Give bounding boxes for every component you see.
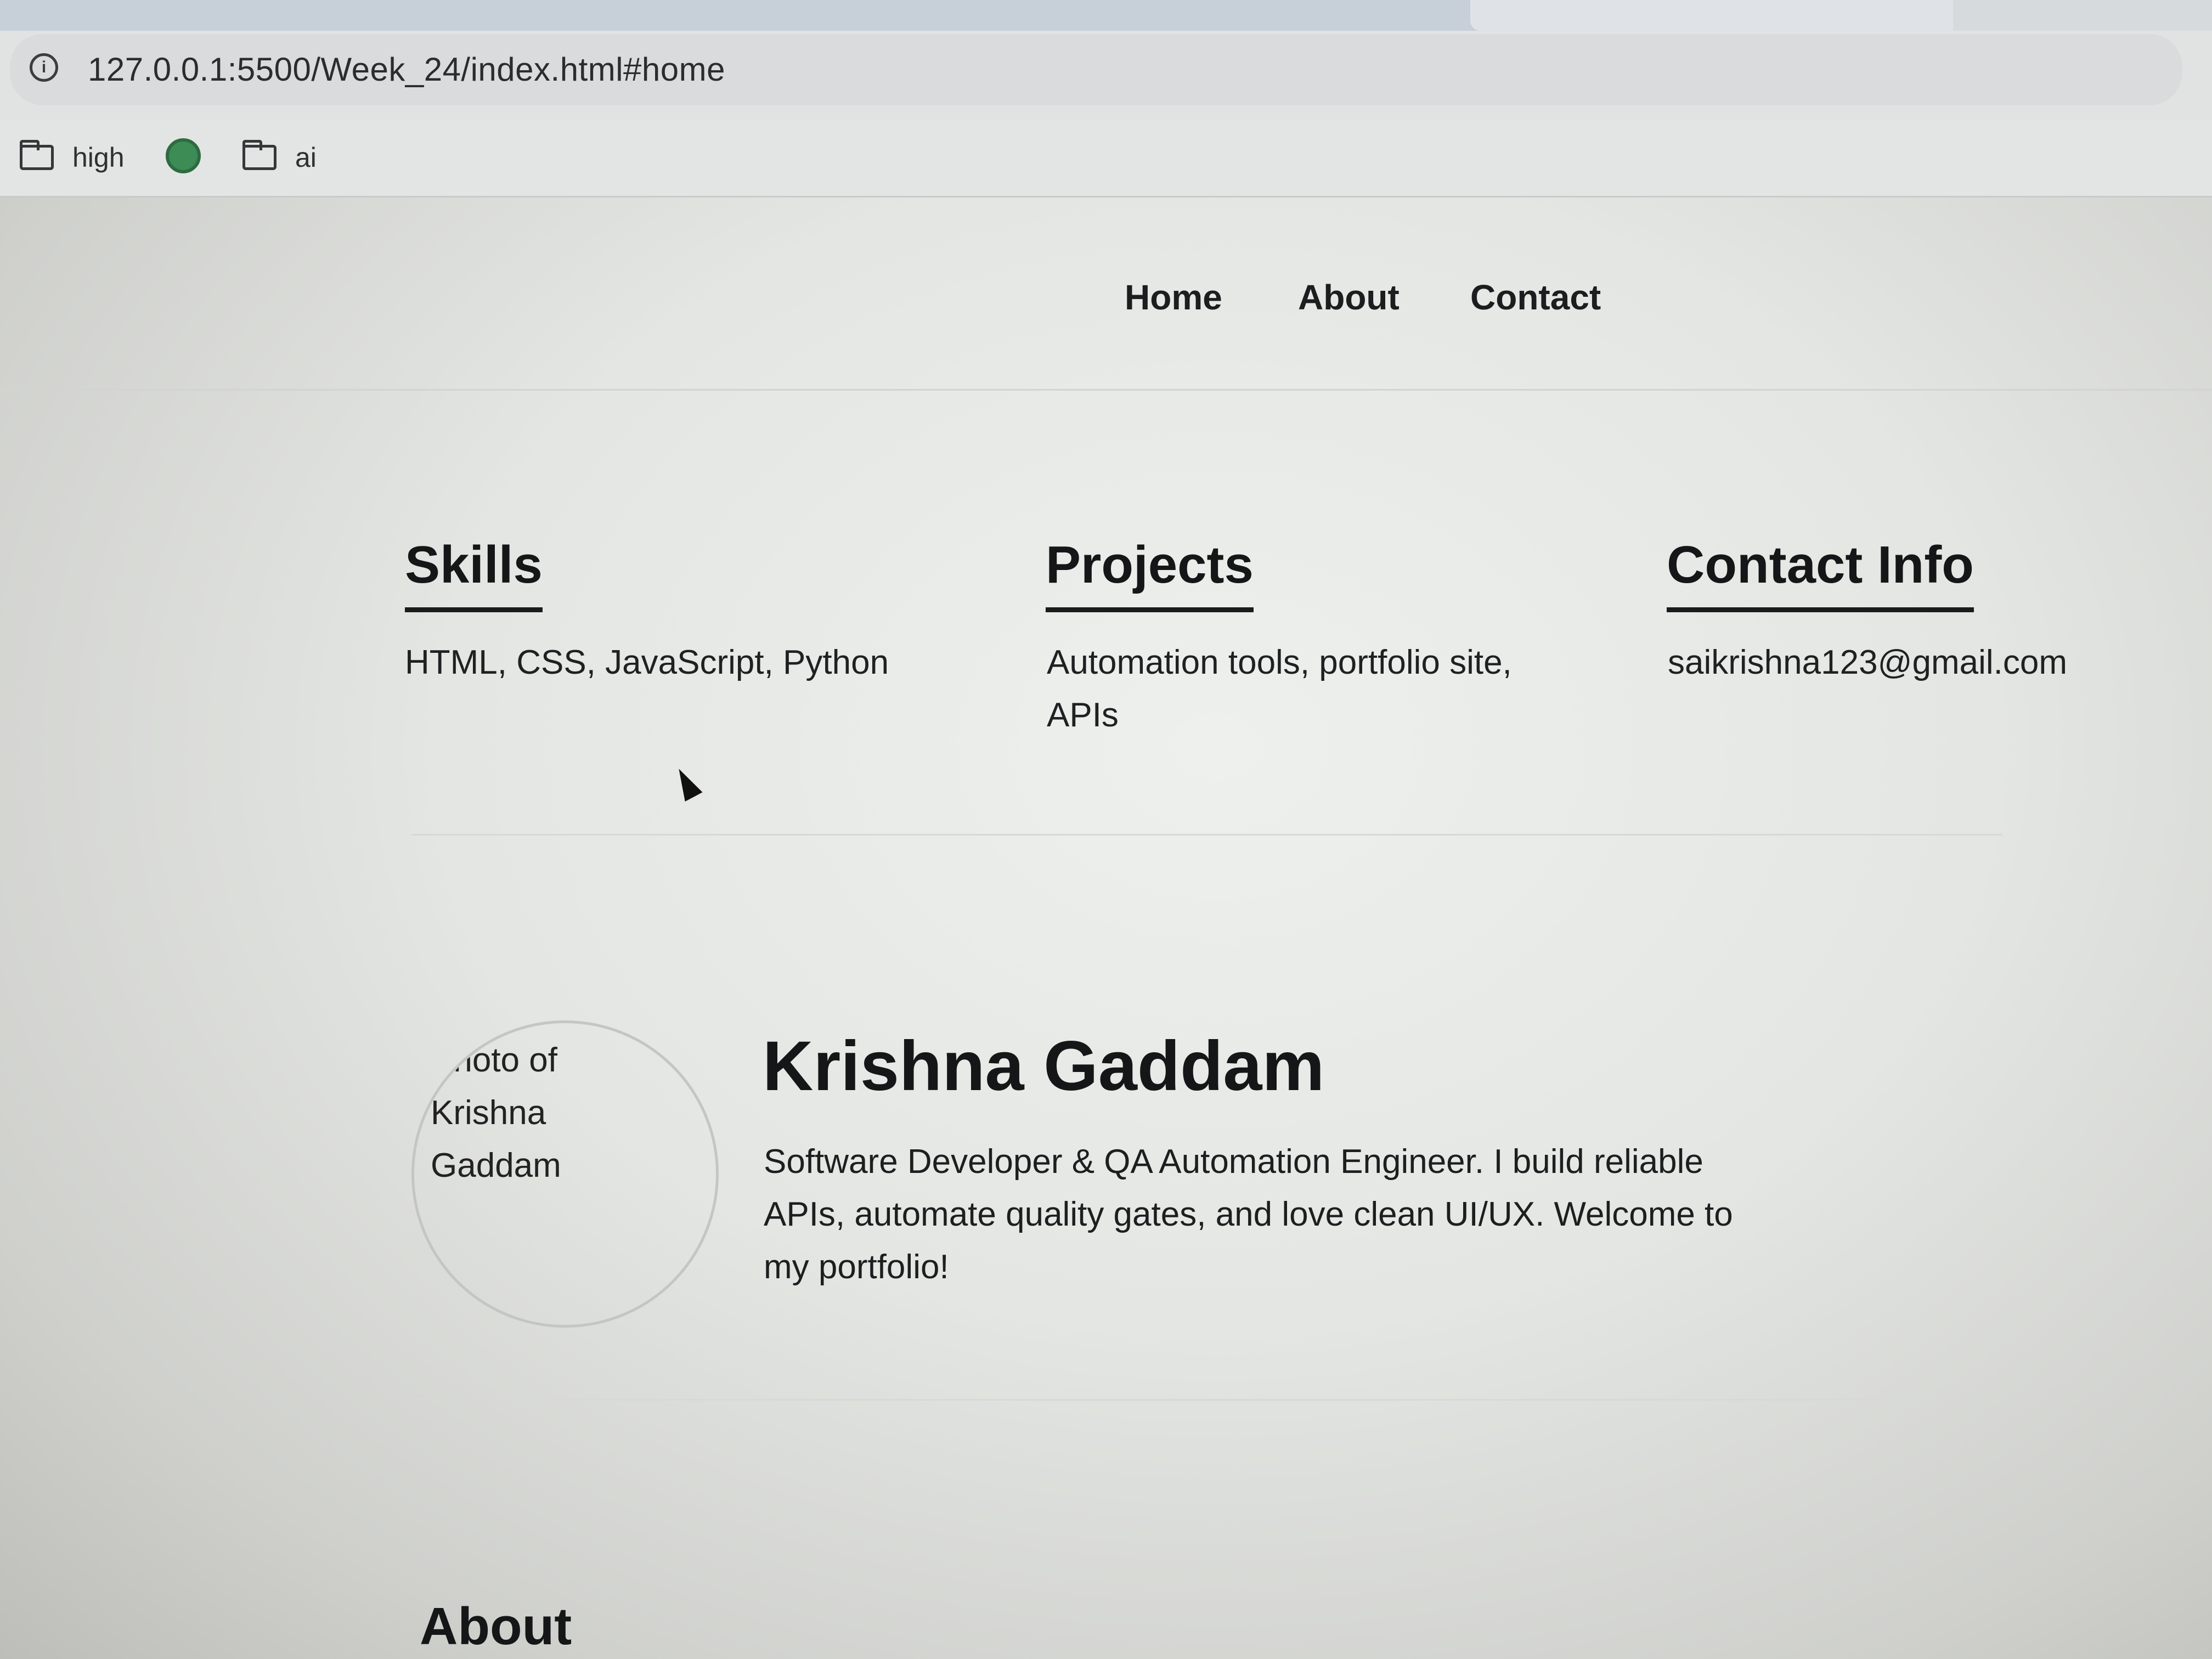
bookmarks-bar bbox=[0, 121, 2212, 198]
browser-tab-strip bbox=[0, 0, 2212, 31]
bookmark-label: ai bbox=[295, 142, 317, 173]
section-divider bbox=[411, 834, 2002, 836]
skills-text: HTML, CSS, JavaScript, Python bbox=[405, 644, 889, 681]
profile-photo: Photo of Krishna Gaddam bbox=[411, 1020, 719, 1328]
nav-home-link[interactable]: Home bbox=[1125, 277, 1222, 318]
projects-text: Automation tools, portfolio site, APIs bbox=[1047, 644, 1512, 734]
section-divider bbox=[411, 1399, 2002, 1401]
hero-name: Krishna Gaddam bbox=[763, 1027, 1325, 1105]
folder-icon bbox=[20, 140, 54, 170]
nav-about-link[interactable]: About bbox=[1298, 277, 1400, 318]
bookmark-ai[interactable]: ai bbox=[242, 138, 317, 177]
folder-icon bbox=[242, 140, 276, 170]
bookmark-label: high bbox=[72, 142, 125, 173]
contact-info-heading: Contact Info bbox=[1667, 535, 1974, 612]
mouse-cursor-icon bbox=[670, 764, 703, 802]
site-nav bbox=[0, 199, 2212, 391]
site-info-icon[interactable]: i bbox=[30, 53, 58, 82]
site-favicon-icon[interactable] bbox=[166, 138, 201, 173]
browser-tab[interactable] bbox=[1470, 0, 1964, 31]
projects-heading: Projects bbox=[1046, 535, 1254, 612]
skills-heading: Skills bbox=[405, 535, 543, 612]
hero-bio: Software Developer & QA Automation Engin… bbox=[764, 1143, 1733, 1286]
browser-tab-overflow bbox=[1953, 0, 2212, 31]
about-heading: About bbox=[420, 1597, 572, 1656]
bookmark-high[interactable]: high bbox=[20, 138, 125, 177]
url-text[interactable]: 127.0.0.1:5500/Week_24/index.html#home bbox=[88, 50, 725, 88]
contact-email[interactable]: saikrishna123@gmail.com bbox=[1668, 636, 2162, 689]
nav-contact-link[interactable]: Contact bbox=[1470, 277, 1601, 318]
profile-photo-alt-text: Photo of Krishna Gaddam bbox=[431, 1041, 561, 1184]
